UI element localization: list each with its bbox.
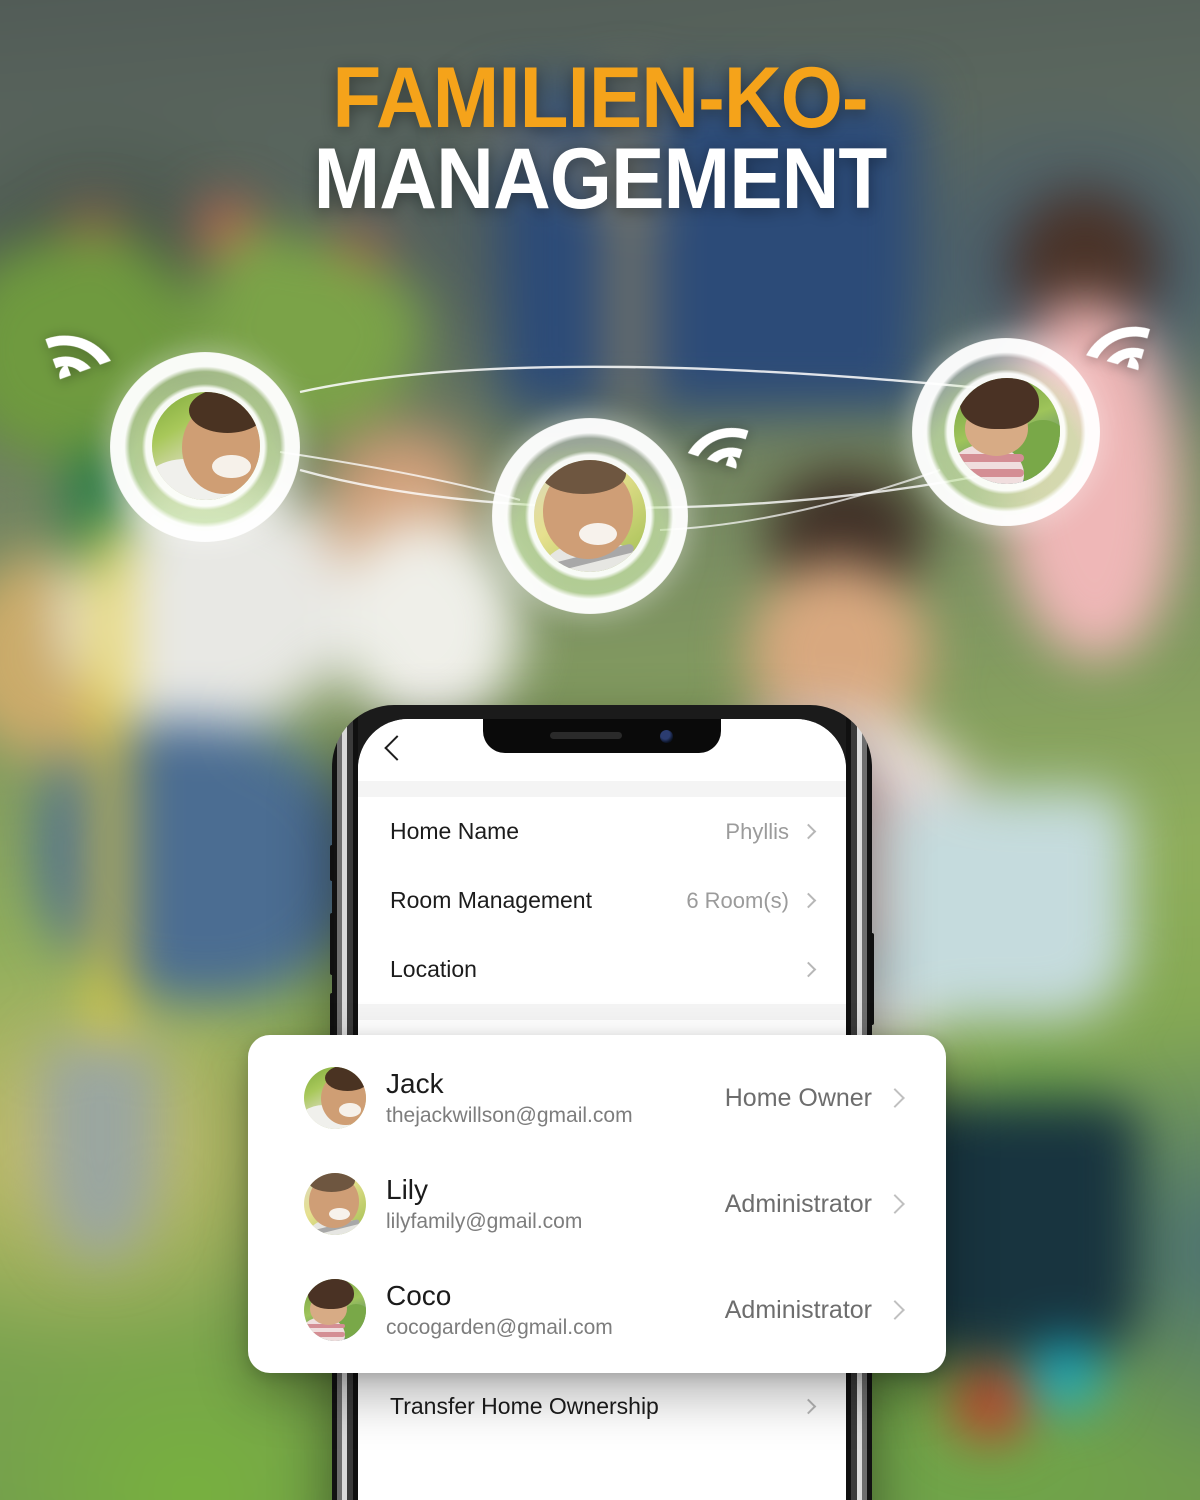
row-value: Phyllis (725, 818, 789, 844)
connection-badge-lily (492, 418, 688, 614)
notch (483, 719, 721, 753)
avatar-jack (304, 1067, 366, 1129)
row-label: Transfer Home Ownership (390, 1393, 659, 1419)
member-role: Administrator (724, 1295, 872, 1324)
headline-line-2: MANAGEMENT (313, 130, 888, 227)
headline-line-1: FAMILIEN-KO- (332, 50, 868, 146)
chevron-right-icon (885, 1300, 905, 1320)
row-value: 6 Room(s) (686, 887, 789, 913)
chevron-right-icon (800, 961, 817, 978)
badge-avatar-coco (954, 378, 1060, 484)
section-separator (358, 781, 846, 797)
member-name: Jack (386, 1067, 444, 1099)
promo-banner: FAMILIEN-KO- MANAGEMENT Home Name Phylli… (0, 0, 1200, 1500)
member-email: lilyfamily@gmail.com (386, 1210, 583, 1234)
connection-badge-coco (912, 338, 1100, 526)
row-label: Location (390, 956, 477, 982)
avatar-coco (304, 1279, 366, 1341)
badge-avatar-lily (534, 460, 646, 572)
connection-badge-jack (110, 352, 300, 542)
member-role: Home Owner (724, 1083, 872, 1112)
member-row-jack[interactable]: Jack thejackwillson@gmail.com Home Owner (248, 1045, 946, 1151)
member-name: Lily (386, 1173, 429, 1205)
section-separator (358, 1004, 846, 1020)
row-label: Home Name (390, 818, 520, 844)
settings-row-location[interactable]: Location (358, 935, 846, 1004)
avatar-lily (304, 1173, 366, 1235)
member-name: Coco (386, 1279, 452, 1311)
earpiece-speaker (550, 732, 622, 739)
chevron-right-icon (800, 823, 817, 840)
chevron-right-icon (885, 1194, 905, 1214)
chevron-left-icon[interactable] (384, 735, 410, 761)
settings-row-room-management[interactable]: Room Management 6 Room(s) (358, 866, 846, 935)
chevron-right-icon (885, 1088, 905, 1108)
front-camera-icon (660, 730, 673, 743)
page-title: FAMILIEN-KO- MANAGEMENT (0, 50, 1200, 227)
row-label: Room Management (390, 887, 592, 913)
member-email: cocogarden@gmail.com (386, 1316, 613, 1340)
member-role: Administrator (724, 1189, 872, 1218)
mute-switch[interactable] (330, 845, 334, 881)
member-list-card: Jack thejackwillson@gmail.com Home Owner… (248, 1035, 946, 1373)
chevron-right-icon (800, 892, 817, 909)
volume-up-button[interactable] (330, 913, 334, 975)
settings-row-home-name[interactable]: Home Name Phyllis (358, 797, 846, 866)
member-row-lily[interactable]: Lily lilyfamily@gmail.com Administrator (248, 1151, 946, 1257)
badge-avatar-jack (152, 392, 260, 500)
power-button[interactable] (870, 933, 874, 1025)
member-row-coco[interactable]: Coco cocogarden@gmail.com Administrator (248, 1257, 946, 1363)
member-email: thejackwillson@gmail.com (386, 1104, 633, 1128)
chevron-right-icon (800, 1398, 817, 1415)
settings-row-transfer-home-ownership[interactable]: Transfer Home Ownership (358, 1372, 846, 1441)
